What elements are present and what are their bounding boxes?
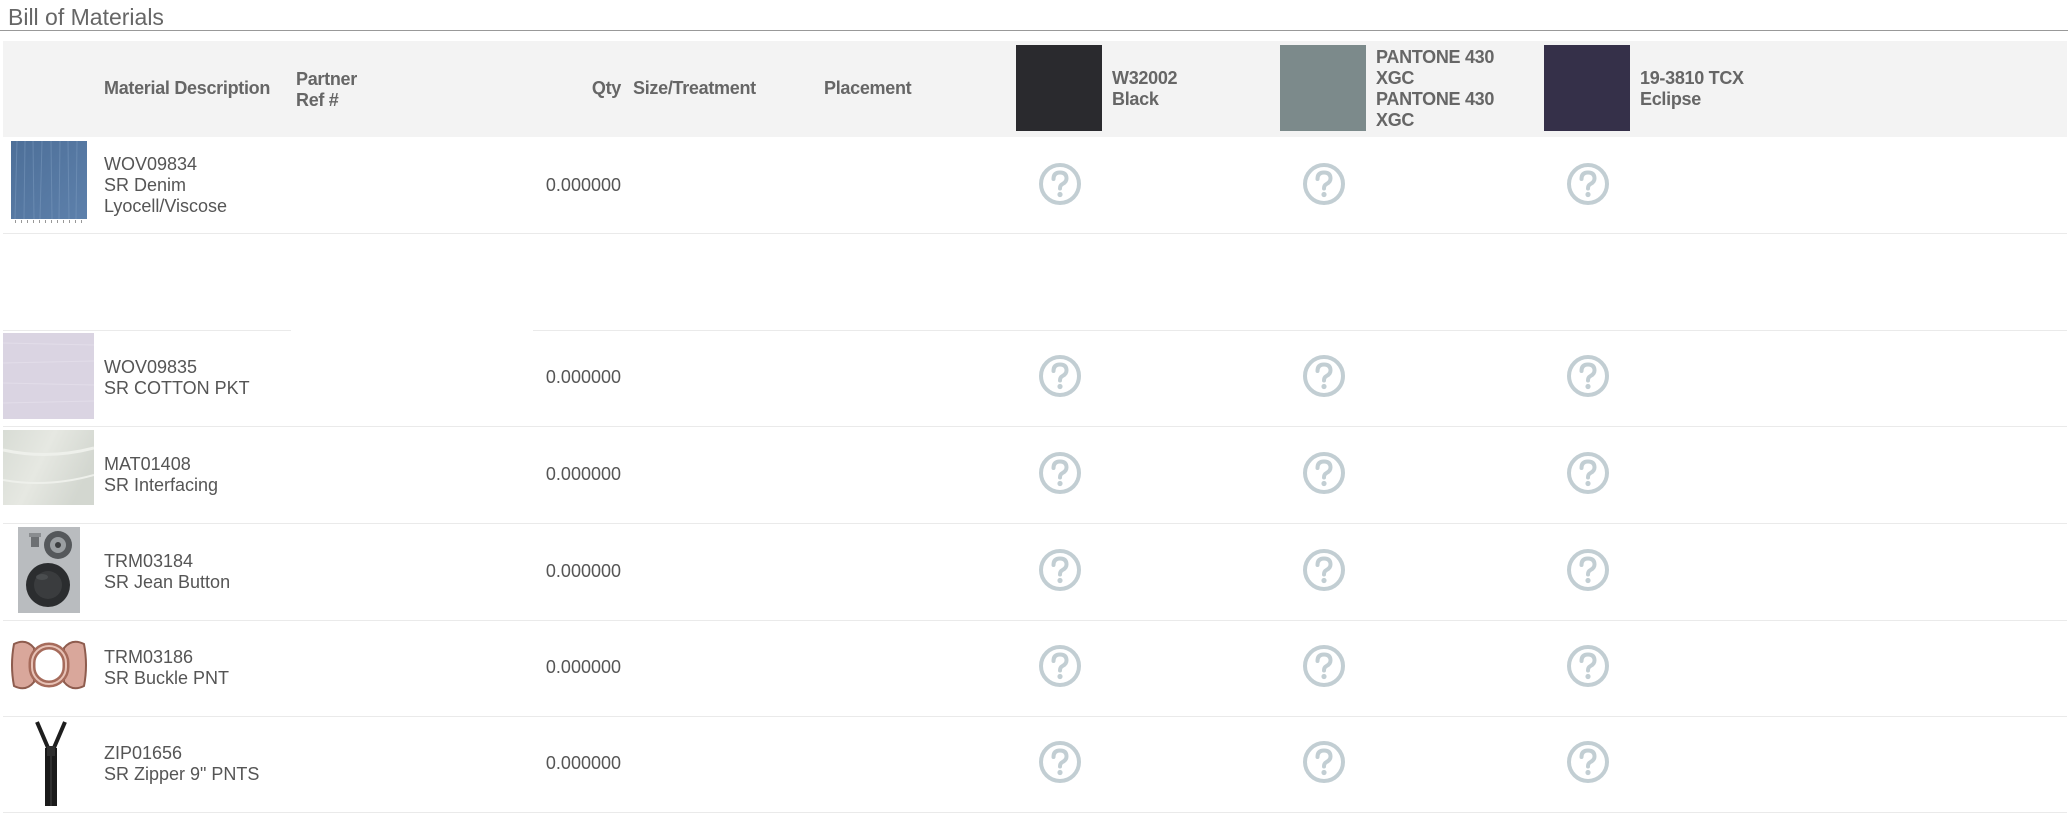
denim-swatch	[11, 141, 87, 223]
cotton-swatch	[3, 333, 94, 419]
material-name: SR Buckle PNT	[104, 668, 230, 688]
question-circle-icon[interactable]	[1566, 548, 1610, 592]
colorway-name-suffix: XGC	[1376, 110, 1415, 130]
colorway-label-black[interactable]: W32002 Black	[1112, 68, 1178, 110]
section-title: Bill of Materials	[8, 4, 164, 30]
table-row[interactable]: TRM03184 SR Jean Button 0.000000	[3, 524, 2067, 621]
material-description[interactable]: WOV09835 SR COTTON PKT	[104, 357, 250, 399]
question-circle-icon[interactable]	[1038, 548, 1082, 592]
material-name: SR Jean Button	[104, 572, 231, 592]
colorway-code: 19-3810 TCX	[1640, 68, 1744, 88]
colorway-name: PANTONE 430	[1376, 89, 1495, 109]
header-size-treatment[interactable]: Size/Treatment	[633, 78, 756, 99]
colorway-label-eclipse[interactable]: 19-3810 TCX Eclipse	[1640, 68, 1744, 110]
question-circle-icon[interactable]	[1302, 354, 1346, 398]
zipper-photo	[33, 720, 69, 806]
question-circle-icon[interactable]	[1302, 548, 1346, 592]
colorway-code-suffix: XGC	[1376, 68, 1415, 88]
material-name: SR COTTON PKT	[104, 378, 250, 398]
table-header: Material Description Partner Ref # Qty S…	[3, 41, 2067, 137]
table-row[interactable]: ZIP01656 SR Zipper 9" PNTS 0.000000	[3, 716, 2067, 813]
qty-value: 0.000000	[545, 367, 621, 387]
material-name: SR Denim	[104, 175, 187, 195]
material-description[interactable]: MAT01408 SR Interfacing	[104, 454, 218, 496]
empty-row	[3, 234, 2067, 331]
qty-value: 0.000000	[545, 657, 621, 677]
table-row[interactable]: WOV09834 SR Denim Lyocell/Viscose 0.0000…	[3, 137, 2067, 234]
table-row[interactable]: WOV09835 SR COTTON PKT 0.000000	[3, 330, 2067, 427]
colorway-name: Black	[1112, 89, 1159, 109]
qty-value: 0.000000	[545, 175, 621, 195]
header-partner-ref[interactable]: Partner Ref #	[296, 69, 357, 111]
material-name: SR Interfacing	[104, 475, 219, 495]
material-code: MAT01408	[104, 454, 191, 474]
question-circle-icon[interactable]	[1302, 644, 1346, 688]
question-circle-icon[interactable]	[1566, 644, 1610, 688]
question-circle-icon[interactable]	[1038, 162, 1082, 206]
buckle-photo	[8, 636, 90, 694]
material-description[interactable]: WOV09834 SR Denim Lyocell/Viscose	[104, 154, 227, 217]
question-circle-icon[interactable]	[1038, 354, 1082, 398]
material-code: WOV09834	[104, 154, 198, 174]
colorway-code: PANTONE 430	[1376, 47, 1495, 67]
header-material-description[interactable]: Material Description	[104, 78, 270, 99]
qty-value: 0.000000	[545, 464, 621, 484]
jean-button-photo	[18, 527, 80, 613]
material-code: TRM03184	[104, 551, 194, 571]
material-description[interactable]: ZIP01656 SR Zipper 9" PNTS	[104, 743, 259, 785]
colorway-label-pantone-430[interactable]: PANTONE 430 XGC PANTONE 430 XGC	[1376, 47, 1494, 131]
question-circle-icon[interactable]	[1566, 451, 1610, 495]
material-code: TRM03186	[104, 647, 194, 667]
colorway-swatch-pantone-430[interactable]	[1280, 45, 1366, 131]
qty-value: 0.000000	[545, 561, 621, 581]
colorway-swatch-eclipse[interactable]	[1544, 45, 1630, 131]
question-circle-icon[interactable]	[1566, 740, 1610, 784]
material-name: SR Zipper 9" PNTS	[104, 764, 260, 784]
question-circle-icon[interactable]	[1038, 644, 1082, 688]
material-extra: Lyocell/Viscose	[104, 196, 228, 216]
interfacing-swatch	[3, 430, 94, 505]
material-code: WOV09835	[104, 357, 198, 377]
qty-value: 0.000000	[545, 753, 621, 773]
header-partner-ref-line1: Partner	[296, 69, 357, 89]
table-row[interactable]: TRM03186 SR Buckle PNT 0.000000	[3, 620, 2067, 717]
colorway-code: W32002	[1112, 68, 1178, 88]
material-description[interactable]: TRM03184 SR Jean Button	[104, 551, 230, 593]
question-circle-icon[interactable]	[1302, 740, 1346, 784]
table-row[interactable]: MAT01408 SR Interfacing 0.000000	[3, 427, 2067, 524]
colorway-swatch-black[interactable]	[1016, 45, 1102, 131]
question-circle-icon[interactable]	[1038, 451, 1082, 495]
colorway-name: Eclipse	[1640, 89, 1701, 109]
question-circle-icon[interactable]	[1302, 162, 1346, 206]
question-circle-icon[interactable]	[1566, 162, 1610, 206]
question-circle-icon[interactable]	[1566, 354, 1610, 398]
material-description[interactable]: TRM03186 SR Buckle PNT	[104, 647, 229, 689]
header-qty[interactable]: Qty	[563, 78, 621, 99]
header-partner-ref-line2: Ref #	[296, 90, 339, 110]
header-placement[interactable]: Placement	[824, 78, 912, 99]
question-circle-icon[interactable]	[1302, 451, 1346, 495]
title-divider	[0, 30, 2068, 31]
question-circle-icon[interactable]	[1038, 740, 1082, 784]
material-code: ZIP01656	[104, 743, 183, 763]
